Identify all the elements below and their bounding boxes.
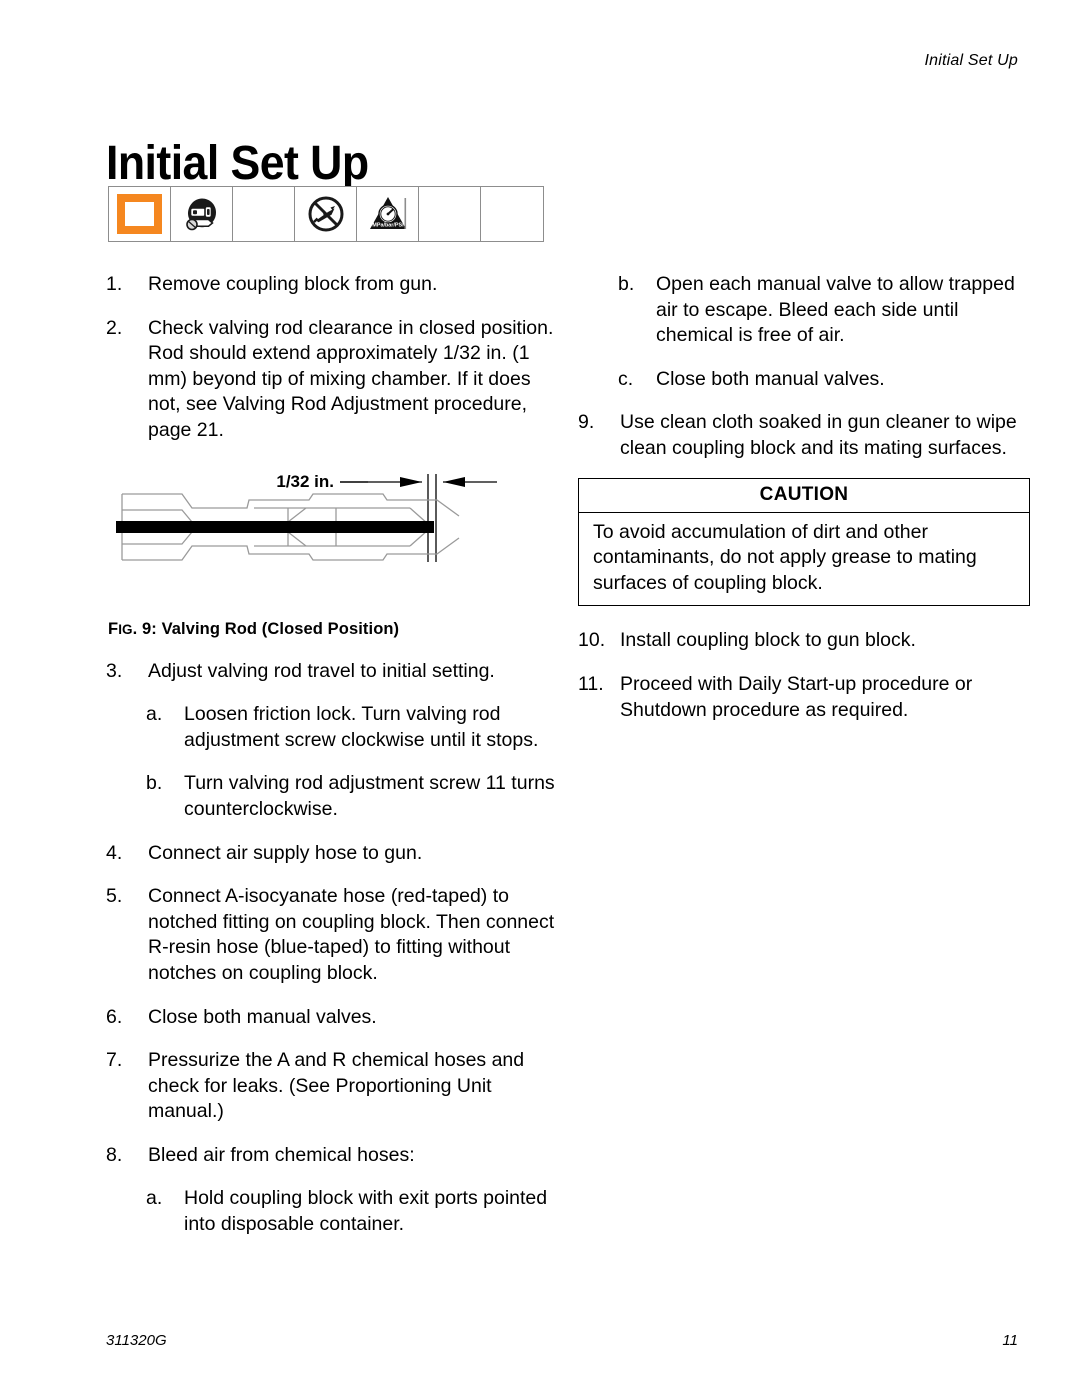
list-marker: b.	[146, 772, 163, 795]
safety-symbol-strip: MPa/bar/PSI	[108, 186, 544, 242]
pressure-units-label: MPa/bar/PSI	[372, 223, 404, 229]
list-item: b. Turn valving rod adjustment screw 11 …	[106, 771, 558, 822]
running-header: Initial Set Up	[924, 52, 1018, 69]
symbol-cell-pressure-warning: MPa/bar/PSI	[357, 187, 419, 241]
figure-caption: FIG. 9: Valving Rod (Closed Position)	[108, 620, 558, 639]
symbol-cell-empty-2	[419, 187, 481, 241]
list-item: 2. Check valving rod clearance in closed…	[106, 316, 558, 444]
list-item: 8. Bleed air from chemical hoses:	[106, 1143, 558, 1169]
list-marker: 8.	[106, 1143, 123, 1166]
symbol-cell-respirator	[171, 187, 233, 241]
figure-caption-prefix: F	[108, 619, 119, 638]
list-text: Pressurize the A and R chemical hoses an…	[148, 1049, 525, 1123]
list-marker: a.	[146, 1187, 163, 1210]
list-text: Adjust valving rod travel to initial set…	[148, 659, 495, 682]
manual-number: 311320G	[106, 1332, 167, 1349]
page-number: 11	[1002, 1332, 1018, 1349]
figure-caption-smallcap: IG	[118, 621, 133, 637]
list-marker: 1.	[106, 273, 123, 295]
list-text: Loosen friction lock. Turn valving rod a…	[184, 703, 539, 751]
symbol-cell-empty-1	[233, 187, 295, 241]
list-text: Bleed air from chemical hoses:	[148, 1143, 415, 1166]
list-marker: c.	[618, 367, 634, 390]
dimension-label: 1/32 in.	[276, 472, 334, 491]
list-text: Remove coupling block from gun.	[148, 273, 438, 295]
list-item: 5. Connect A-isocyanate hose (red-taped)…	[106, 884, 558, 986]
caution-body: To avoid accumulation of dirt and other …	[593, 520, 977, 594]
list-marker: 9.	[578, 411, 595, 434]
orange-box-icon	[117, 194, 162, 234]
list-item: 6. Close both manual valves.	[106, 1005, 558, 1031]
list-text: Proceed with Daily Start-up procedure or…	[620, 672, 973, 721]
list-marker: 5.	[106, 885, 123, 908]
list-marker: b.	[618, 273, 635, 295]
list-marker: 7.	[106, 1049, 123, 1072]
list-text: Close both manual valves.	[656, 367, 885, 390]
list-marker: 11.	[578, 672, 604, 695]
list-item: a. Hold coupling block with exit ports p…	[106, 1186, 558, 1237]
symbol-cell-orange-box	[109, 187, 171, 241]
list-marker: 10.	[578, 629, 606, 652]
list-item: 11. Proceed with Daily Start-up procedur…	[578, 672, 1030, 723]
list-marker: a.	[146, 703, 163, 726]
respirator-mask-icon	[185, 198, 216, 231]
symbol-cell-empty-3	[481, 187, 543, 241]
list-text: Install coupling block to gun block.	[620, 629, 916, 652]
pressure-warning-triangle-icon: MPa/bar/PSI	[369, 197, 406, 229]
list-text: Close both manual valves.	[148, 1005, 377, 1028]
list-text: Turn valving rod adjustment screw 11 tur…	[184, 772, 555, 820]
list-item: a. Loosen friction lock. Turn valving ro…	[106, 702, 558, 753]
right-column: b. Open each manual valve to allow trapp…	[578, 272, 1030, 741]
list-item: 4. Connect air supply hose to gun.	[106, 841, 558, 867]
figure-valving-rod: 1/32 in.	[102, 462, 558, 612]
list-text: Connect air supply hose to gun.	[148, 841, 423, 864]
list-item: 10. Install coupling block to gun block.	[578, 628, 1030, 654]
list-item: 9. Use clean cloth soaked in gun cleaner…	[578, 410, 1030, 461]
list-item: 3. Adjust valving rod travel to initial …	[106, 659, 558, 685]
list-text: Open each manual valve to allow trapped …	[656, 273, 1015, 347]
list-marker: 6.	[106, 1005, 123, 1028]
page-footer: 311320G 11	[106, 1332, 1018, 1349]
symbol-cell-no-spray	[295, 187, 357, 241]
no-spray-prohibition-icon	[308, 196, 343, 232]
list-marker: 4.	[106, 841, 123, 864]
list-marker: 3.	[106, 659, 123, 682]
list-item: 7. Pressurize the A and R chemical hoses…	[106, 1048, 558, 1125]
left-column: 1. Remove coupling block from gun. 2. Ch…	[106, 272, 558, 1256]
list-text: Connect A-isocyanate hose (red-taped) to…	[148, 885, 555, 984]
list-item: 1. Remove coupling block from gun.	[106, 272, 558, 298]
list-item: c. Close both manual valves.	[578, 367, 1030, 393]
valving-rod-diagram: 1/32 in.	[116, 472, 497, 562]
caution-box: CAUTION To avoid accumulation of dirt an…	[578, 477, 1030, 607]
page-title: Initial Set Up	[106, 137, 369, 191]
caution-title: CAUTION	[579, 479, 1029, 513]
list-marker: 2.	[106, 316, 123, 339]
figure-caption-rest: . 9: Valving Rod (Closed Position)	[132, 619, 400, 638]
list-text: Use clean cloth soaked in gun cleaner to…	[620, 411, 1017, 459]
list-text: Hold coupling block with exit ports poin…	[184, 1187, 548, 1236]
list-text: Check valving rod clearance in closed po…	[148, 316, 554, 441]
list-item: b. Open each manual valve to allow trapp…	[578, 272, 1030, 349]
valving-rod-shaft	[116, 520, 434, 533]
